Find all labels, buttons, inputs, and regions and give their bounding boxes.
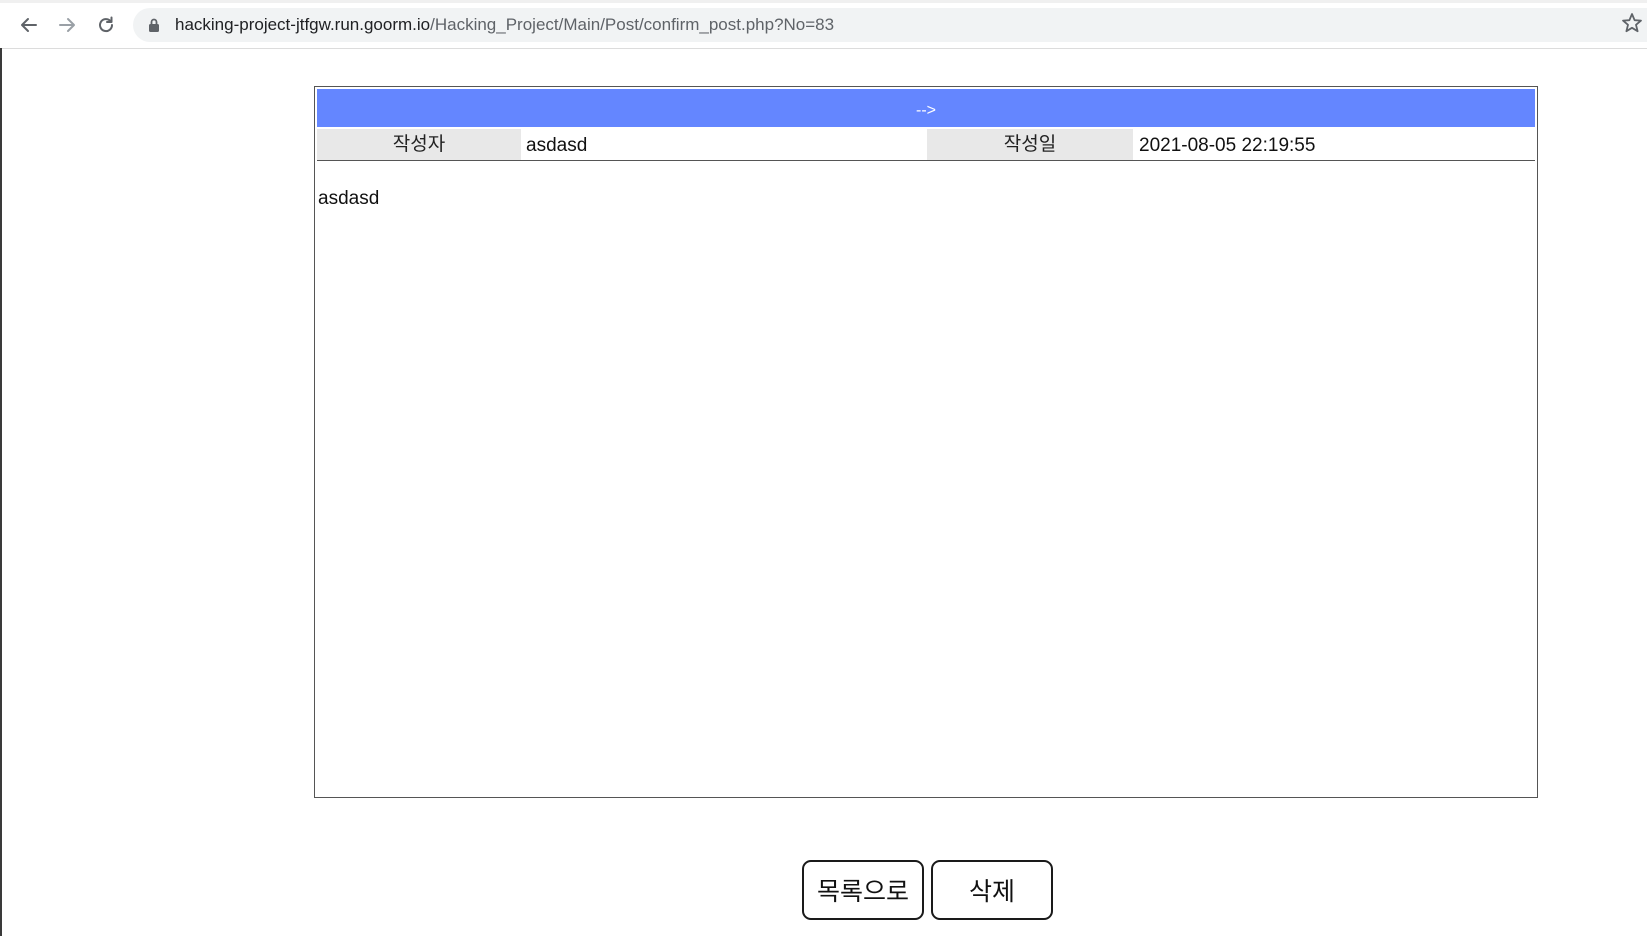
post-view: --> 작성자 asdasd 작성일 2021-08-05 22:19:55 a… (314, 86, 1538, 798)
arrow-left-icon (21, 18, 37, 32)
post-meta-row: 작성자 asdasd 작성일 2021-08-05 22:19:55 (317, 129, 1535, 161)
tab-strip-edge (0, 0, 1647, 3)
back-button[interactable] (14, 10, 44, 40)
lock-icon[interactable] (147, 17, 161, 33)
author-value: asdasd (526, 135, 588, 156)
date-value: 2021-08-05 22:19:55 (1139, 135, 1316, 156)
post-body: asdasd (318, 188, 380, 209)
arrow-right-icon (59, 18, 75, 32)
post-title: --> (317, 89, 1535, 127)
reload-icon (99, 16, 114, 33)
forward-button[interactable] (52, 10, 82, 40)
reload-button[interactable] (91, 10, 121, 40)
back-to-list-button[interactable]: 목록으로 (802, 860, 924, 920)
url-text: hacking-project-jtfgw.run.goorm.io/Hacki… (175, 8, 834, 42)
browser-toolbar: hacking-project-jtfgw.run.goorm.io/Hacki… (0, 0, 1647, 49)
window-edge (0, 48, 2, 936)
url-host: hacking-project-jtfgw.run.goorm.io (175, 15, 431, 34)
delete-button[interactable]: 삭제 (931, 860, 1053, 920)
date-label: 작성일 (927, 129, 1133, 160)
bookmark-star-icon[interactable] (1620, 11, 1644, 35)
url-path: /Hacking_Project/Main/Post/confirm_post.… (430, 15, 835, 34)
address-bar[interactable]: hacking-project-jtfgw.run.goorm.io/Hacki… (133, 8, 1647, 42)
author-label: 작성자 (317, 129, 521, 160)
